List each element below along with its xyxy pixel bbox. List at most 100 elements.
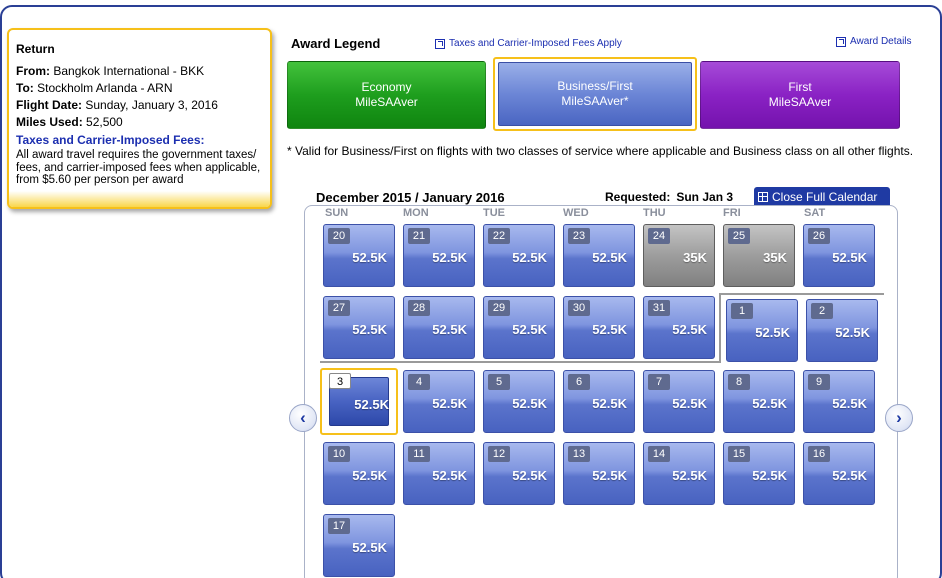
calendar-day[interactable]: 30 52.5K: [563, 296, 635, 359]
from-value: Bangkok International - BKK: [53, 64, 205, 78]
day-number: 20: [328, 228, 350, 244]
calendar-day[interactable]: 26 52.5K: [803, 224, 875, 287]
calendar-day[interactable]: 21 52.5K: [403, 224, 475, 287]
return-info-box: Return From: Bangkok International - BKK…: [7, 28, 272, 209]
calendar-day[interactable]: 12 52.5K: [483, 442, 555, 505]
day-number: 8: [728, 374, 750, 390]
calendar-day[interactable]: 25 35K: [723, 224, 795, 287]
day-miles: 52.5K: [432, 322, 467, 337]
day-miles: 35K: [763, 250, 787, 265]
day-number: 7: [648, 374, 670, 390]
day-number: 14: [648, 446, 670, 462]
calendar-heading: December 2015 / January 2016: [316, 190, 505, 205]
calendar-day[interactable]: 22 52.5K: [483, 224, 555, 287]
from-label: From:: [16, 64, 50, 78]
dow-fri: FRI: [723, 207, 741, 219]
calendar-day[interactable]: 13 52.5K: [563, 442, 635, 505]
calendar-day[interactable]: 9 52.5K: [803, 370, 875, 433]
taxes-heading: Taxes and Carrier-Imposed Fees:: [16, 133, 205, 147]
day-miles: 52.5K: [352, 468, 387, 483]
legend-business-first-button[interactable]: Business/First MileSAAver*: [493, 57, 697, 131]
day-miles: 52.5K: [755, 325, 790, 340]
day-miles: 52.5K: [512, 396, 547, 411]
day-miles: 52.5K: [752, 468, 787, 483]
calendar-day[interactable]: 28 52.5K: [403, 296, 475, 359]
calendar-day[interactable]: 16 52.5K: [803, 442, 875, 505]
calendar-day[interactable]: 31 52.5K: [643, 296, 715, 359]
day-number: 4: [408, 374, 430, 390]
requested-date: Requested: Sun Jan 3: [605, 190, 733, 204]
day-miles: 52.5K: [512, 468, 547, 483]
calendar-day[interactable]: 11 52.5K: [403, 442, 475, 505]
calendar-day[interactable]: 5 52.5K: [483, 370, 555, 433]
award-details-link-label: Award Details: [850, 36, 912, 47]
calendar-day[interactable]: 7 52.5K: [643, 370, 715, 433]
chevron-left-icon[interactable]: ‹: [289, 404, 317, 432]
requested-label: Requested:: [605, 190, 671, 204]
day-miles: 52.5K: [592, 468, 627, 483]
close-full-calendar-label: Close Full Calendar: [772, 189, 878, 204]
day-miles: 52.5K: [592, 396, 627, 411]
day-miles: 52.5K: [832, 250, 867, 265]
day-miles: 52.5K: [432, 250, 467, 265]
taxes-body: All award travel requires the government…: [16, 149, 261, 186]
taxes-fees-link-label: Taxes and Carrier-Imposed Fees Apply: [449, 38, 622, 49]
calendar-day[interactable]: 15 52.5K: [723, 442, 795, 505]
calendar-day[interactable]: 20 52.5K: [323, 224, 395, 287]
day-miles: 52.5K: [432, 396, 467, 411]
calendar-day[interactable]: 6 52.5K: [563, 370, 635, 433]
calendar-day[interactable]: 1 52.5K: [726, 299, 798, 362]
day-miles: 52.5K: [672, 468, 707, 483]
day-number: 25: [728, 228, 750, 244]
calendar-day[interactable]: 3 52.5K: [320, 368, 398, 435]
calendar-grid-icon: [758, 191, 768, 202]
close-full-calendar-button[interactable]: Close Full Calendar: [754, 187, 890, 206]
calendar-day[interactable]: 27 52.5K: [323, 296, 395, 359]
flight-date-row: Flight Date: Sunday, January 3, 2016: [16, 97, 264, 114]
taxes-fees-link[interactable]: Taxes and Carrier-Imposed Fees Apply: [435, 38, 622, 49]
calendar-day[interactable]: 8 52.5K: [723, 370, 795, 433]
day-miles: 52.5K: [835, 325, 870, 340]
day-miles: 52.5K: [354, 397, 389, 412]
dow-sun: SUN: [325, 207, 349, 219]
day-number: 23: [568, 228, 590, 244]
calendar-day[interactable]: 23 52.5K: [563, 224, 635, 287]
dow-tue: TUE: [483, 207, 505, 219]
calendar-day[interactable]: 14 52.5K: [643, 442, 715, 505]
legend-first-button[interactable]: First MileSAAver: [700, 61, 900, 129]
day-miles: 52.5K: [832, 396, 867, 411]
requested-value: Sun Jan 3: [676, 190, 734, 204]
day-number: 1: [731, 303, 753, 319]
day-miles: 52.5K: [512, 322, 547, 337]
day-number: 3: [329, 373, 351, 389]
calendar-day[interactable]: 2 52.5K: [806, 299, 878, 362]
day-miles: 52.5K: [752, 396, 787, 411]
award-details-link[interactable]: Award Details: [836, 36, 912, 47]
day-miles: 52.5K: [592, 322, 627, 337]
calendar-day[interactable]: 4 52.5K: [403, 370, 475, 433]
day-miles: 35K: [683, 250, 707, 265]
calendar-day[interactable]: 29 52.5K: [483, 296, 555, 359]
legend-economy-button[interactable]: Economy MileSAAver: [287, 61, 486, 129]
economy-line2: MileSAAver: [355, 95, 418, 109]
validity-note: * Valid for Business/First on flights wi…: [287, 144, 914, 158]
business-line2: MileSAAver*: [561, 94, 629, 108]
day-miles: 52.5K: [592, 250, 627, 265]
day-miles: 52.5K: [672, 322, 707, 337]
month-divider: [320, 361, 721, 363]
day-number: 27: [328, 300, 350, 316]
day-number: 29: [488, 300, 510, 316]
calendar-day[interactable]: 24 35K: [643, 224, 715, 287]
popup-icon: [836, 36, 846, 47]
dow-wed: WED: [563, 207, 589, 219]
day-number: 10: [328, 446, 350, 462]
chevron-right-icon[interactable]: ›: [885, 404, 913, 432]
calendar-day[interactable]: 10 52.5K: [323, 442, 395, 505]
day-number: 24: [648, 228, 670, 244]
miles-used-row: Miles Used: 52,500: [16, 114, 264, 131]
day-number: 26: [808, 228, 830, 244]
day-number: 9: [808, 374, 830, 390]
day-number: 12: [488, 446, 510, 462]
day-number: 5: [488, 374, 510, 390]
calendar-day[interactable]: 17 52.5K: [323, 514, 395, 577]
